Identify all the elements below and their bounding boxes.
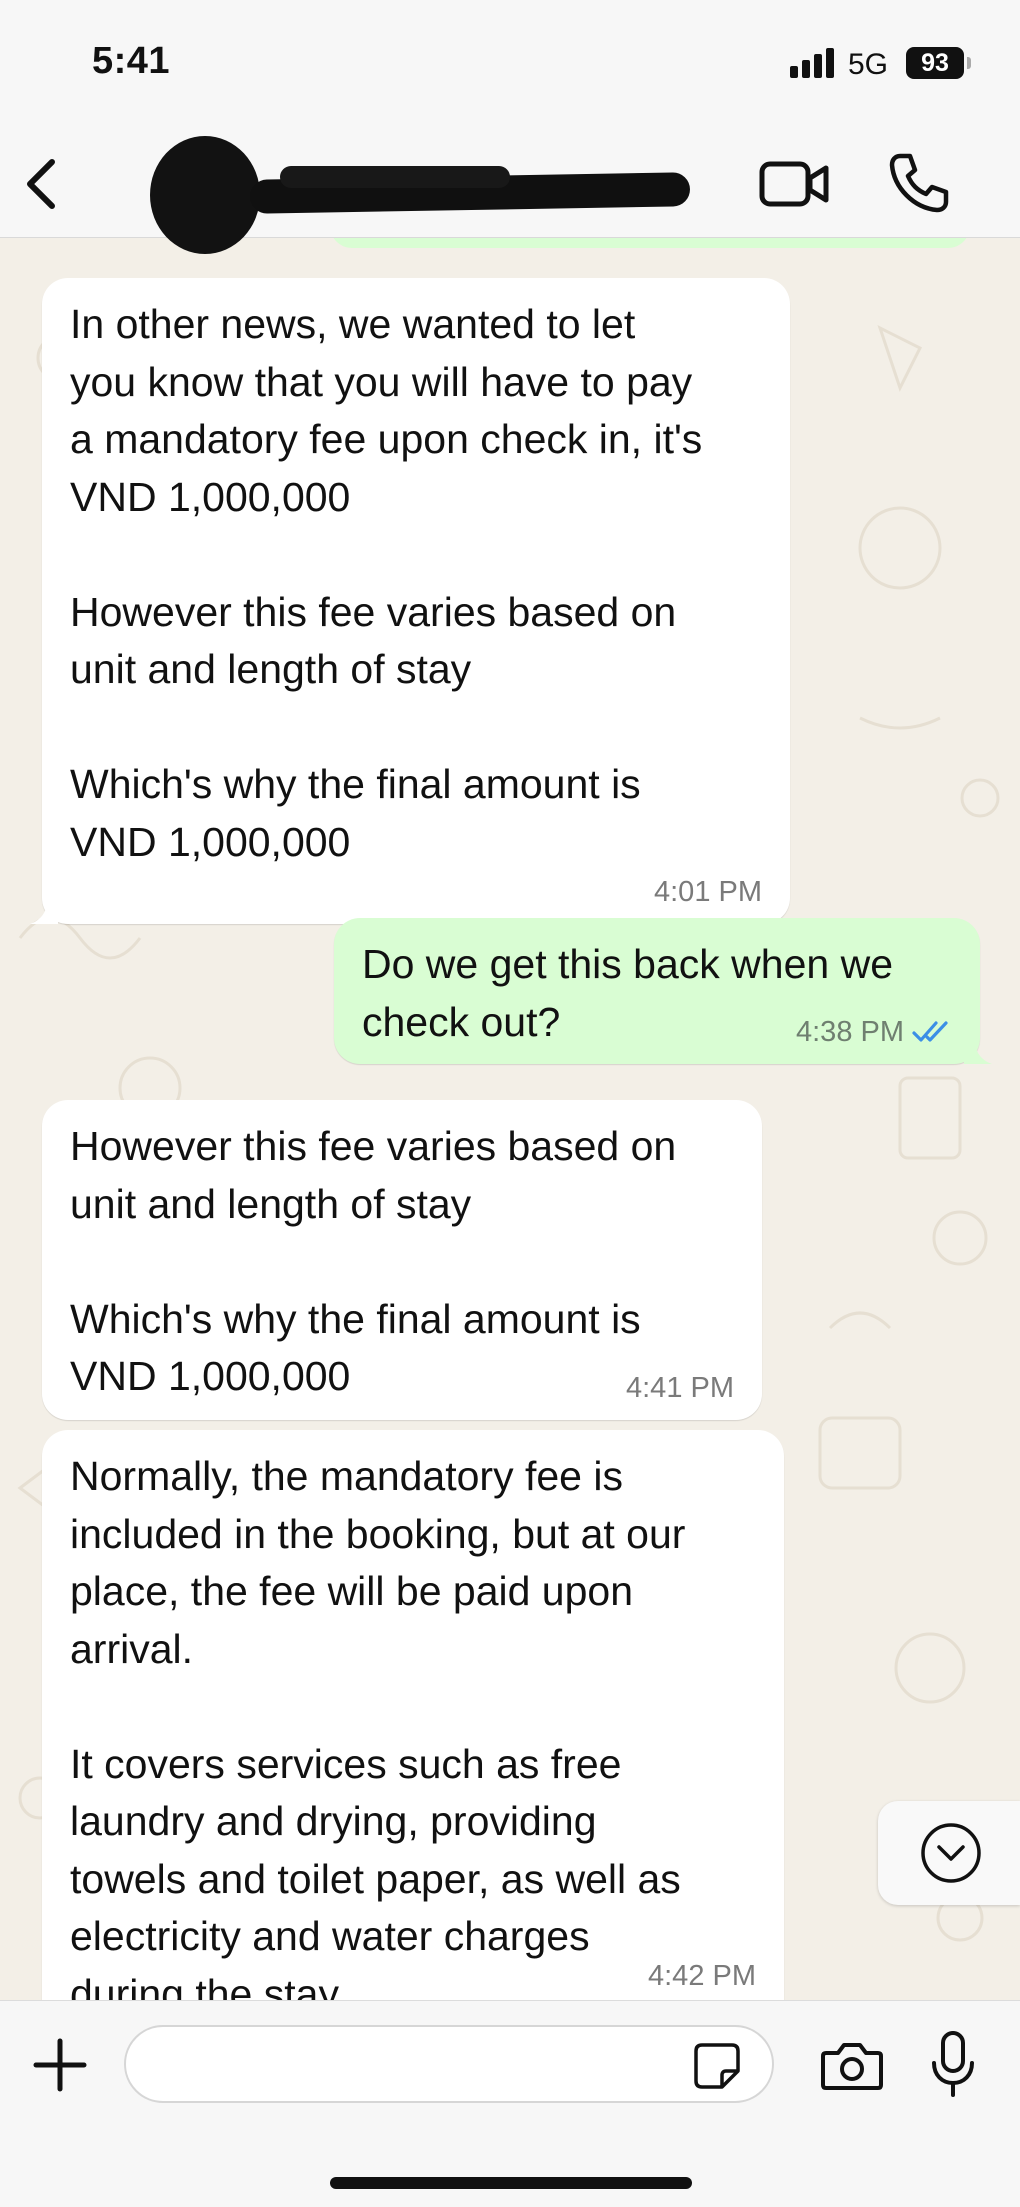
message-bubble-incoming[interactable]: In other news, we wanted to let you know… — [30, 278, 790, 924]
signal-strength-icon — [790, 48, 836, 78]
sticker-icon — [694, 2043, 740, 2089]
message-input[interactable] — [124, 2025, 774, 2103]
chevron-left-icon — [27, 159, 55, 209]
battery-tip — [967, 57, 971, 69]
previous-message-bubble — [330, 238, 970, 248]
message-time: 4:41 PM — [626, 1372, 734, 1404]
scroll-to-bottom-button[interactable] — [878, 1801, 1020, 1905]
avatar[interactable] — [150, 136, 260, 254]
message-timestamp: 4:38 PM — [796, 1016, 904, 1048]
chat-area[interactable]: In other news, we wanted to let you know… — [0, 238, 1020, 2000]
battery-level: 93 — [921, 49, 949, 77]
message-timestamp: 4:01 PM — [654, 876, 762, 908]
chevron-down-circle-icon — [921, 1823, 981, 1883]
video-camera-icon — [759, 161, 829, 207]
message-time: 4:42 PM — [648, 1960, 756, 1992]
message-time: 4:01 PM — [654, 876, 762, 908]
back-button[interactable] — [18, 152, 68, 216]
message-bubble-outgoing[interactable]: Do we get this back when we check out? 4… — [334, 918, 992, 1064]
video-call-button[interactable] — [758, 154, 832, 214]
message-text: Normally, the mandatory fee is included … — [70, 1453, 686, 2000]
message-composer — [0, 2000, 1020, 2207]
camera-icon — [821, 2043, 883, 2090]
contact-name-redacted-scribble — [280, 166, 510, 188]
network-type: 5G — [848, 48, 889, 81]
camera-button[interactable] — [820, 2037, 884, 2093]
bubble-tail — [964, 1036, 992, 1064]
message-text: In other news, we wanted to let you know… — [70, 301, 703, 865]
home-indicator[interactable] — [330, 2177, 692, 2189]
message-bubble-incoming[interactable]: However this fee varies based on unit an… — [42, 1100, 762, 1420]
microphone-icon — [932, 2031, 974, 2097]
message-text: However this fee varies based on unit an… — [70, 1123, 677, 1399]
microphone-button[interactable] — [928, 2029, 978, 2101]
message-timestamp: 4:42 PM — [648, 1960, 756, 1992]
plus-icon — [33, 2038, 87, 2092]
message-bubble-incoming[interactable]: Normally, the mandatory fee is included … — [42, 1430, 784, 2000]
bubble-tail — [30, 896, 58, 924]
message-time: 4:38 PM — [796, 1016, 952, 1048]
status-time: 5:41 — [92, 40, 171, 82]
chat-header — [0, 130, 1020, 254]
read-receipt-icon — [912, 1021, 948, 1042]
phone-icon — [889, 153, 949, 213]
message-timestamp: 4:41 PM — [626, 1372, 734, 1404]
battery-icon: 93 — [906, 47, 964, 79]
sticker-button[interactable] — [692, 2041, 742, 2091]
voice-call-button[interactable] — [886, 150, 952, 216]
attach-button[interactable] — [30, 2035, 90, 2095]
status-bar: 5:41 5G 93 — [0, 0, 1020, 130]
